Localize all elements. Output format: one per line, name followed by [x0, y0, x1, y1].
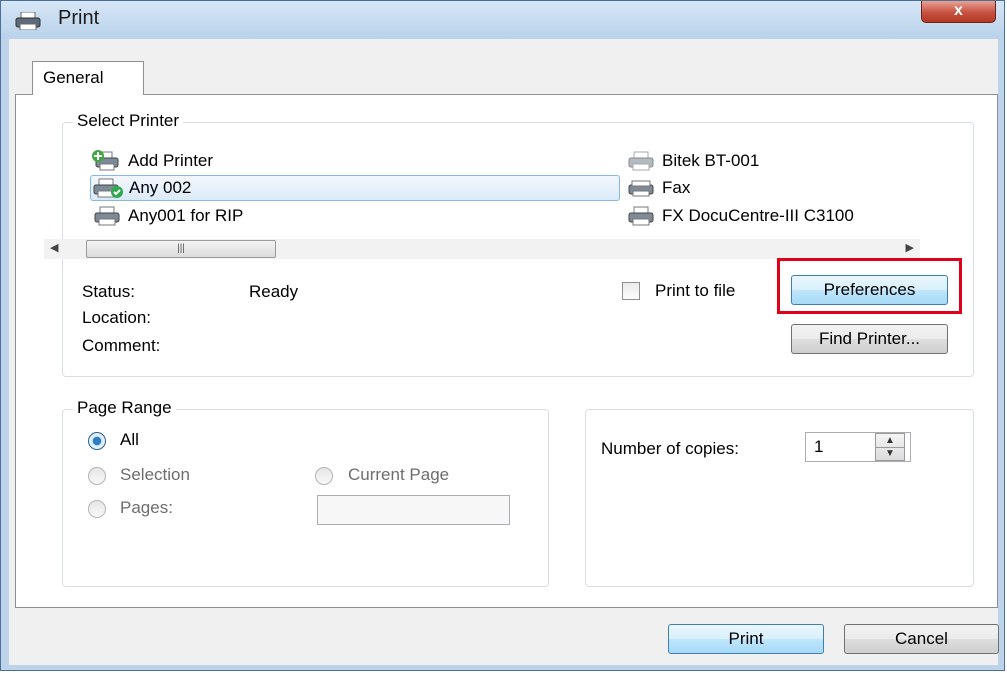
page-range-all-radio[interactable]	[88, 432, 106, 450]
default-printer-icon	[93, 178, 123, 198]
status-value: Ready	[249, 282, 299, 301]
location-label: Location:	[82, 308, 151, 327]
printer-name: FX DocuCentre-III C3100	[662, 206, 854, 225]
title-bar[interactable]: Print x	[1, 1, 1004, 39]
printer-name: Fax	[662, 178, 691, 197]
printer-list-scrollbar[interactable]: ◀ ||| ▶	[44, 239, 920, 259]
printer-name: Any001 for RIP	[128, 206, 244, 225]
spin-down-icon[interactable]: ▼	[876, 447, 904, 460]
printer-icon	[628, 206, 654, 226]
dialog-body: General Select Printer Add Printer Any 0…	[9, 39, 999, 665]
page-range-label: Page Range	[73, 398, 176, 418]
comment-label: Comment:	[82, 336, 161, 355]
printer-name: Any 002	[129, 178, 192, 197]
status-label: Status:	[82, 282, 135, 301]
printer-offline-icon	[628, 151, 654, 171]
page-range-pages-label[interactable]: Pages:	[120, 498, 173, 518]
print-to-file-label[interactable]: Print to file	[655, 281, 735, 301]
window-title: Print	[58, 7, 100, 29]
printer-icon	[94, 206, 120, 226]
page-range-selection-radio[interactable]	[88, 467, 106, 485]
print-to-file-checkbox[interactable]	[622, 282, 640, 300]
page-range-selection-label[interactable]: Selection	[120, 465, 190, 485]
general-tab-panel: Select Printer Add Printer Any 002 Any00…	[15, 94, 998, 608]
number-of-copies-label: Number of copies:	[601, 439, 739, 458]
printer-item-add-printer[interactable]: Add Printer	[90, 148, 213, 174]
spin-up-icon[interactable]: ▲	[876, 434, 904, 448]
print-button[interactable]: Print	[668, 624, 824, 654]
add-printer-icon	[92, 150, 119, 171]
scrollbar-thumb[interactable]: |||	[86, 240, 276, 258]
tab-general[interactable]: General	[32, 61, 144, 95]
cancel-button[interactable]: Cancel	[844, 624, 999, 654]
printer-item-any001-for-rip[interactable]: Any001 for RIP	[90, 203, 243, 229]
page-range-all-label[interactable]: All	[120, 430, 139, 450]
printer-name: Bitek BT-001	[662, 151, 760, 170]
printer-item-any-002[interactable]: Any 002	[90, 175, 620, 201]
printer-name: Add Printer	[128, 151, 214, 170]
fax-icon	[628, 180, 654, 197]
select-printer-label: Select Printer	[73, 111, 184, 131]
printer-item-fx-docucentre[interactable]: FX DocuCentre-III C3100	[624, 203, 854, 229]
printer-icon	[15, 12, 41, 30]
close-icon: x	[954, 2, 963, 19]
scroll-left-icon[interactable]: ◀	[50, 241, 58, 254]
page-range-current-page-label[interactable]: Current Page	[348, 465, 449, 485]
printer-item-bitek-bt-001[interactable]: Bitek BT-001	[624, 148, 759, 174]
find-printer-button[interactable]: Find Printer...	[791, 324, 948, 354]
printer-item-fax[interactable]: Fax	[624, 175, 690, 201]
copies-group	[585, 409, 974, 587]
page-range-current-page-radio[interactable]	[315, 467, 333, 485]
copies-spinner[interactable]: ▲ ▼	[875, 433, 905, 461]
scroll-right-icon[interactable]: ▶	[906, 241, 914, 254]
close-button[interactable]: x	[921, 1, 996, 23]
page-range-pages-radio[interactable]	[88, 500, 106, 518]
print-dialog: Print x General Select Printer Add Print…	[0, 0, 1005, 671]
pages-input[interactable]	[317, 495, 510, 525]
copies-input-value: 1	[814, 437, 824, 456]
highlight-box	[777, 258, 962, 314]
